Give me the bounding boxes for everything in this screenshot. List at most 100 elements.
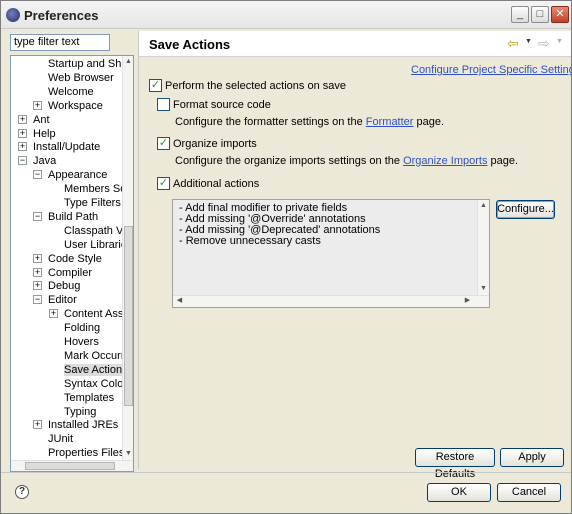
expand-icon[interactable]: + bbox=[33, 267, 42, 277]
configure-project-settings-link[interactable]: Configure Project Specific Settings... bbox=[411, 64, 572, 76]
actions-list-content: - Add final modifier to private fields - … bbox=[173, 200, 479, 295]
tree-item[interactable]: Typing bbox=[64, 405, 96, 419]
ok-button[interactable]: OK bbox=[427, 483, 491, 502]
additional-actions-list[interactable]: - Add final modifier to private fields - … bbox=[172, 199, 490, 308]
tree-item-label: Templates bbox=[64, 391, 115, 404]
back-arrow-icon[interactable]: ⇦ bbox=[507, 35, 519, 52]
tree-horizontal-scrollbar[interactable] bbox=[11, 460, 133, 471]
organize-imports-checkbox[interactable]: ✓ bbox=[157, 137, 170, 150]
tree-item[interactable]: User Libraries bbox=[64, 238, 123, 252]
restore-defaults-button[interactable]: Restore Defaults bbox=[415, 448, 495, 480]
tree-item[interactable]: Startup and Shutdown bbox=[48, 57, 123, 71]
organize-desc-text: Configure the organize imports settings … bbox=[175, 155, 404, 167]
tree-item[interactable]: Properties Files Editor bbox=[48, 446, 123, 460]
expand-icon[interactable]: + bbox=[33, 253, 42, 263]
tree-item[interactable]: Web Browser bbox=[48, 71, 114, 85]
cancel-button[interactable]: Cancel bbox=[497, 483, 561, 502]
tree-item[interactable]: + Ant bbox=[18, 113, 50, 127]
perform-checkbox[interactable]: ✓ bbox=[149, 79, 162, 92]
tree-item[interactable]: Mark Occurrences bbox=[64, 349, 123, 363]
tree-item[interactable]: − Appearance bbox=[33, 168, 107, 182]
tree-item[interactable]: Templates bbox=[64, 391, 114, 405]
actions-scroll-up-icon[interactable]: ▲ bbox=[479, 201, 488, 211]
scroll-up-icon[interactable]: ▲ bbox=[124, 57, 133, 67]
tree-item[interactable]: − Editor bbox=[33, 293, 77, 307]
title-bar: Preferences _ □ ✕ bbox=[1, 1, 571, 29]
tree-item[interactable]: Folding bbox=[64, 321, 100, 335]
expand-icon[interactable]: + bbox=[33, 100, 42, 110]
minimize-button[interactable]: _ bbox=[511, 6, 529, 23]
additional-actions-checkbox[interactable]: ✓ bbox=[157, 177, 170, 190]
expand-icon[interactable]: + bbox=[49, 309, 58, 319]
actions-horizontal-scrollbar[interactable]: ◀ ▶ bbox=[173, 295, 489, 307]
back-dropdown-icon[interactable]: ▼ bbox=[525, 38, 532, 45]
additional-actions-label: Additional actions bbox=[173, 178, 260, 190]
tree-item[interactable]: Welcome bbox=[48, 85, 94, 99]
tree-item[interactable]: Members Sort Order bbox=[64, 182, 123, 196]
tree-item[interactable]: + Compiler bbox=[33, 266, 92, 280]
tree-item[interactable]: + Content Assist bbox=[49, 307, 123, 321]
forward-dropdown-icon[interactable]: ▼ bbox=[556, 38, 563, 45]
tree-item-label: Content Assist bbox=[64, 308, 123, 321]
expand-icon[interactable]: + bbox=[18, 142, 27, 152]
organize-desc-suffix: page. bbox=[487, 155, 519, 167]
format-desc-text: Configure the formatter settings on the bbox=[175, 116, 366, 128]
tree-item[interactable]: Syntax Coloring bbox=[64, 377, 123, 391]
preference-tree[interactable]: Startup and ShutdownWeb BrowserWelcome + W… bbox=[10, 55, 134, 472]
format-checkbox[interactable] bbox=[157, 98, 170, 111]
tree-item[interactable]: Classpath Variables bbox=[64, 224, 123, 238]
actions-scroll-down-icon[interactable]: ▼ bbox=[479, 284, 488, 294]
formatter-link[interactable]: Formatter bbox=[366, 116, 414, 128]
format-desc-suffix: page. bbox=[413, 116, 445, 128]
tree-item-label: User Libraries bbox=[64, 238, 123, 251]
tree-item[interactable]: JUnit bbox=[48, 432, 73, 446]
panel-divider bbox=[138, 31, 139, 469]
tree-item-label: Help bbox=[33, 127, 56, 140]
scroll-down-icon[interactable]: ▼ bbox=[124, 449, 133, 459]
tree-item-label: Java bbox=[33, 155, 57, 168]
page-header: Save Actions ⇦ ▼ ⇨ ▼ bbox=[139, 31, 571, 57]
tree-item-label: Mark Occurrences bbox=[64, 349, 123, 362]
expand-icon[interactable]: + bbox=[18, 114, 27, 124]
perform-label: Perform the selected actions on save bbox=[165, 80, 346, 92]
tree-item-label: Startup and Shutdown bbox=[48, 58, 123, 70]
tree-item[interactable]: + Debug bbox=[33, 279, 80, 293]
expand-icon[interactable]: + bbox=[33, 281, 42, 291]
maximize-button[interactable]: □ bbox=[531, 6, 549, 23]
tree-item[interactable]: − Build Path bbox=[33, 210, 98, 224]
tree-item-label: Installed JREs bbox=[48, 419, 119, 432]
tree-item-label: Workspace bbox=[48, 99, 103, 112]
organize-imports-link[interactable]: Organize Imports bbox=[403, 155, 487, 167]
actions-scroll-right-icon[interactable]: ▶ bbox=[463, 296, 472, 306]
expand-icon[interactable]: + bbox=[33, 420, 42, 430]
tree-item[interactable]: − Java bbox=[18, 154, 57, 168]
tree-vertical-scrollbar[interactable]: ▲ ▼ bbox=[122, 56, 133, 460]
collapse-icon[interactable]: − bbox=[18, 156, 27, 166]
actions-scroll-left-icon[interactable]: ◀ bbox=[175, 296, 184, 306]
apply-button[interactable]: Apply bbox=[500, 448, 564, 467]
tree-item[interactable]: + Install/Update bbox=[18, 140, 100, 154]
actions-vertical-scrollbar[interactable]: ▲ ▼ bbox=[477, 200, 489, 295]
collapse-icon[interactable]: − bbox=[33, 170, 42, 180]
expand-icon[interactable]: + bbox=[18, 128, 27, 138]
hscroll-thumb[interactable] bbox=[25, 462, 115, 470]
filter-input[interactable]: type filter text bbox=[10, 34, 110, 51]
close-button[interactable]: ✕ bbox=[551, 6, 569, 23]
tree-item[interactable]: Hovers bbox=[64, 335, 99, 349]
help-icon[interactable]: ? bbox=[15, 485, 29, 499]
organize-description: Configure the organize imports settings … bbox=[175, 155, 518, 167]
forward-arrow-icon[interactable]: ⇨ bbox=[538, 35, 550, 52]
tree-item[interactable]: Save Actions bbox=[64, 363, 123, 377]
scroll-thumb[interactable] bbox=[124, 226, 133, 406]
collapse-icon[interactable]: − bbox=[33, 211, 42, 221]
tree-item[interactable]: + Help bbox=[18, 127, 56, 141]
list-item: - Remove unnecessary casts bbox=[179, 235, 321, 247]
organize-imports-label: Organize imports bbox=[173, 138, 257, 150]
tree-content: Startup and ShutdownWeb BrowserWelcome + W… bbox=[11, 56, 123, 460]
tree-item[interactable]: + Code Style bbox=[33, 252, 102, 266]
tree-item[interactable]: + Workspace bbox=[33, 99, 103, 113]
collapse-icon[interactable]: − bbox=[33, 295, 42, 305]
configure-button[interactable]: Configure... bbox=[496, 200, 555, 219]
tree-item[interactable]: Type Filters bbox=[64, 196, 121, 210]
tree-item[interactable]: + Installed JREs bbox=[33, 418, 119, 432]
